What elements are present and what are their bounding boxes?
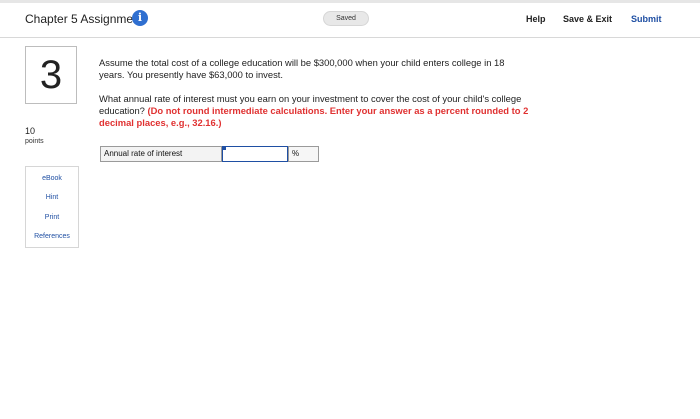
question-number-box: 3	[25, 46, 77, 104]
percent-unit-label: %	[288, 146, 319, 162]
answer-instruction: (Do not round intermediate calculations.…	[99, 105, 529, 128]
answer-label: Annual rate of interest	[100, 146, 222, 162]
ebook-link[interactable]: eBook	[26, 175, 78, 182]
saved-status-badge: Saved	[323, 11, 369, 26]
input-focus-marker	[223, 147, 226, 150]
points-value: 10	[25, 126, 36, 136]
submit-button[interactable]: Submit	[631, 14, 662, 24]
help-button[interactable]: Help	[526, 14, 546, 24]
question-paragraph-2: What annual rate of interest must you ea…	[99, 93, 529, 129]
save-exit-button[interactable]: Save & Exit	[563, 14, 612, 24]
top-accent-line	[0, 0, 700, 3]
assignment-title: Chapter 5 Assignment	[25, 12, 144, 26]
top-bar: Chapter 5 Assignment i Saved Help Save &…	[0, 0, 700, 38]
references-link[interactable]: References	[26, 233, 78, 240]
points-label: points	[25, 138, 44, 145]
info-icon[interactable]: i	[132, 10, 148, 26]
resource-links-panel: eBook Hint Print References	[25, 166, 79, 248]
print-link[interactable]: Print	[26, 214, 78, 221]
question-number: 3	[39, 53, 63, 97]
question-paragraph-1: Assume the total cost of a college educa…	[99, 57, 505, 80]
annual-rate-input[interactable]	[222, 146, 288, 162]
hint-link[interactable]: Hint	[26, 194, 78, 201]
